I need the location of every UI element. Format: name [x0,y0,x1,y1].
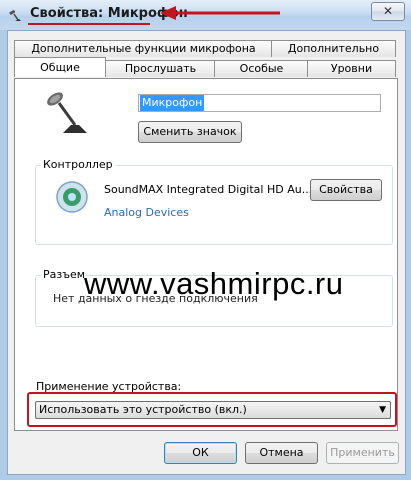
tab-levels[interactable]: Уровни [307,60,396,77]
controller-vendor-link[interactable]: Analog Devices [104,206,189,219]
watermark-text: www.vashmirpc.ru [84,266,344,301]
ok-button[interactable]: ОК [164,442,237,464]
controller-group-label: Контроллер [41,158,115,171]
tab-general[interactable]: Общие [14,57,106,77]
device-usage-value: Использовать это устройство (вкл.) [39,403,247,416]
close-button[interactable]: ✕ [371,2,405,21]
device-name-input[interactable]: Микрофон [138,94,381,112]
tab-advanced[interactable]: Дополнительно [271,40,396,57]
title-underline-annotation [28,23,150,25]
device-name-value: Микрофон [140,95,205,111]
jack-group-label: Разъем [41,268,88,281]
general-tab-panel: Микрофон Сменить значок Контроллер Sound… [14,78,398,431]
cancel-button[interactable]: Отмена [245,442,318,464]
dialog-body: Дополнительные функции микрофона Дополни… [7,30,406,475]
change-icon-button[interactable]: Сменить значок [138,121,242,143]
tab-listen[interactable]: Прослушать [105,60,216,77]
controller-properties-button[interactable]: Свойства [310,179,382,201]
chevron-down-icon: ▼ [379,405,386,415]
controller-device-name: SoundMAX Integrated Digital HD Au... [104,183,312,196]
soundmax-icon [56,181,88,213]
microphone-icon [9,10,21,21]
apply-button[interactable]: Применить [326,442,399,464]
red-arrow-annotation [160,6,280,20]
device-usage-select[interactable]: Использовать это устройство (вкл.) ▼ [35,401,391,419]
tab-custom[interactable]: Особые [214,60,309,77]
microphone-device-icon [47,92,87,133]
tab-mic-enhancements[interactable]: Дополнительные функции микрофона [14,40,273,57]
title-bar: Свойства: Микрофон ✕ [0,0,411,30]
